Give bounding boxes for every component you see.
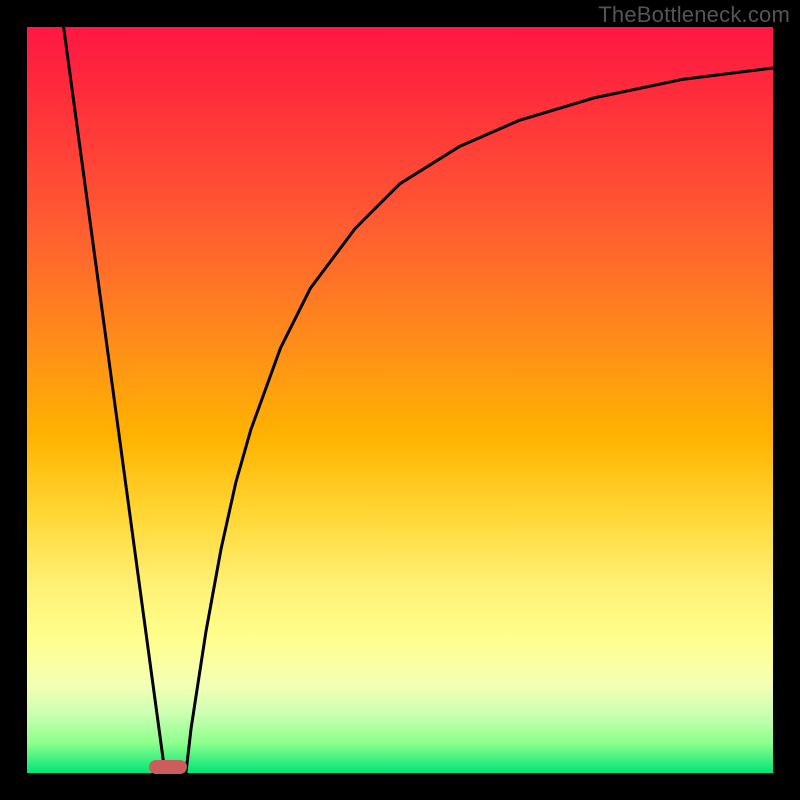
chart-frame: TheBottleneck.com xyxy=(0,0,800,800)
chart-curves xyxy=(0,0,800,800)
bottleneck-marker xyxy=(149,760,187,774)
watermark-text: TheBottleneck.com xyxy=(598,2,790,28)
series-left-line xyxy=(64,27,165,773)
series-right-curve xyxy=(186,68,773,773)
